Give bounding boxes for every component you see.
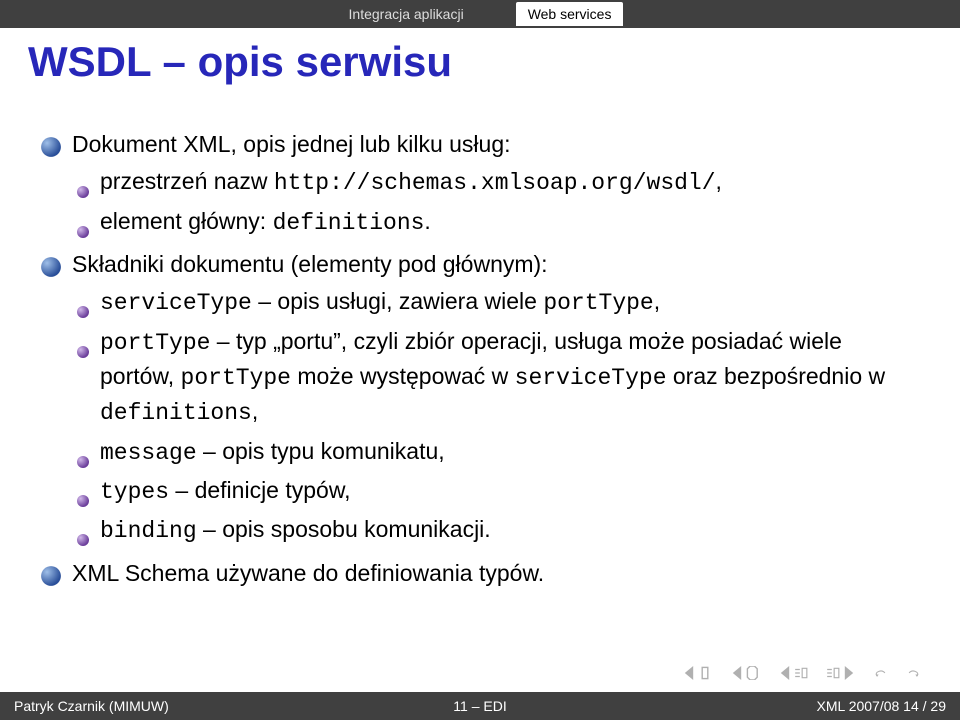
sublist-item: message – opis typu komunikatu, [76, 435, 920, 470]
nav-tab-webservices[interactable]: Web services [516, 2, 624, 26]
small-ball-icon [76, 215, 90, 229]
sublist-item-text: portType – typ „portu”, czyli zbiór oper… [100, 325, 920, 431]
small-ball-icon [76, 335, 90, 349]
nav-prev-button[interactable] [730, 666, 760, 680]
sublist-item: portType – typ „portu”, czyli zbiór oper… [76, 325, 920, 431]
nav-tab-integration[interactable]: Integracja aplikacji [337, 2, 476, 26]
nav-forward-button[interactable] [906, 666, 920, 680]
footer-center: 11 – EDI [453, 698, 506, 714]
nav-prev-slide-button[interactable] [778, 666, 808, 680]
sublist-item: serviceType – opis usługi, zawiera wiele… [76, 285, 920, 320]
ball-icon [40, 563, 62, 585]
sublist-item: przestrzeń nazw http://schemas.xmlsoap.o… [76, 165, 920, 200]
sublist-item-text: serviceType – opis usługi, zawiera wiele… [100, 285, 920, 320]
sublist-item-text: element główny: definitions. [100, 205, 920, 240]
sublist-item-text: binding – opis sposobu komunikacji. [100, 513, 920, 548]
slide-content: Dokument XML, opis jednej lub kilku usłu… [40, 120, 920, 590]
list-item-text: Składniki dokumentu (elementy pod główny… [72, 248, 920, 281]
sublist-item: binding – opis sposobu komunikacji. [76, 513, 920, 548]
footer: Patryk Czarnik (MIMUW) 11 – EDI XML 2007… [0, 692, 960, 720]
footer-author: Patryk Czarnik (MIMUW) [0, 698, 169, 714]
small-ball-icon [76, 523, 90, 537]
nav-first-button[interactable] [682, 666, 712, 680]
sublist-item-text: types – definicje typów, [100, 474, 920, 509]
small-ball-icon [76, 295, 90, 309]
list-item-text: XML Schema używane do definiowania typów… [72, 557, 920, 590]
list-item: XML Schema używane do definiowania typów… [40, 557, 920, 590]
small-ball-icon [76, 484, 90, 498]
footer-page: XML 2007/08 14 / 29 [817, 698, 960, 714]
sublist-item: element główny: definitions. [76, 205, 920, 240]
ball-icon [40, 134, 62, 156]
nav-back-button[interactable] [874, 666, 888, 680]
sublist-item: types – definicje typów, [76, 474, 920, 509]
ball-icon [40, 254, 62, 276]
list-item: Dokument XML, opis jednej lub kilku usłu… [40, 128, 920, 161]
small-ball-icon [76, 445, 90, 459]
sublist-item-text: przestrzeń nazw http://schemas.xmlsoap.o… [100, 165, 920, 200]
nav-next-slide-button[interactable] [826, 666, 856, 680]
top-nav: Integracja aplikacji Web services [0, 0, 960, 28]
list-item: Składniki dokumentu (elementy pod główny… [40, 248, 920, 281]
slide-title: WSDL – opis serwisu [28, 38, 452, 86]
nav-controls [682, 666, 920, 680]
small-ball-icon [76, 175, 90, 189]
sublist-item-text: message – opis typu komunikatu, [100, 435, 920, 470]
list-item-text: Dokument XML, opis jednej lub kilku usłu… [72, 128, 920, 161]
